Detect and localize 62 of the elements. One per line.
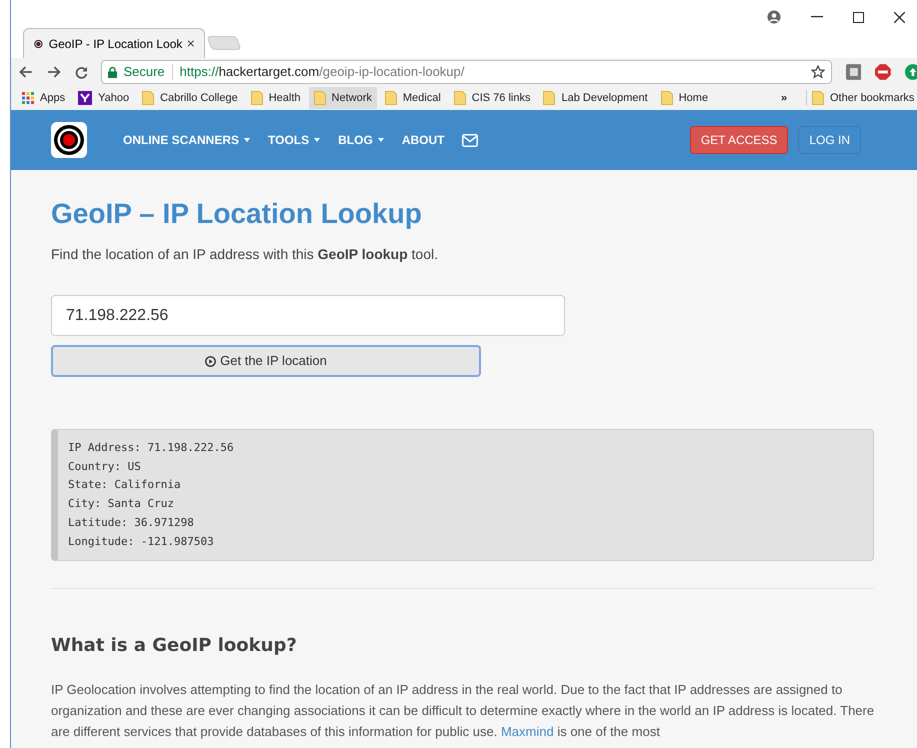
browser-tab[interactable]: GeoIP - IP Location Look	[23, 28, 205, 58]
y-logo-icon	[78, 91, 92, 105]
folder-icon	[142, 91, 154, 105]
address-bar[interactable]: Secure https://hackertarget.com/geoip-ip-location-lookup/	[101, 60, 832, 84]
bookmark-item[interactable]: CIS 76 links	[448, 87, 536, 109]
other-bookmarks-item[interactable]: Other bookmarks	[806, 90, 914, 106]
result-line: State: California	[68, 477, 182, 494]
folder-icon	[812, 91, 824, 105]
folder-icon	[314, 91, 326, 105]
folder-icon	[250, 91, 263, 105]
close-tab-icon[interactable]	[188, 39, 194, 48]
bookmark-item[interactable]: Home	[656, 87, 714, 109]
bookmark-item[interactable]: Lab Development	[538, 87, 653, 109]
close-icon[interactable]	[894, 12, 905, 22]
log-in-button[interactable]: LOG IN	[798, 126, 861, 154]
target-logo[interactable]	[51, 122, 87, 158]
result-line: Latitude: 36.971298	[68, 514, 195, 531]
result-line: City: Santa Cruz	[68, 496, 175, 512]
caret-icon	[314, 138, 320, 142]
back-icon[interactable]	[19, 66, 33, 78]
nav-link[interactable]: ABOUT	[402, 131, 444, 149]
caret-icon	[378, 138, 384, 142]
result-line: Country: US	[68, 458, 142, 475]
star-icon[interactable]	[810, 65, 825, 79]
result-line: Longitude: -121.987503	[68, 534, 215, 550]
nav-link[interactable]: ONLINE SCANNERS	[123, 131, 250, 149]
url-text: https://hackertarget.com/geoip-ip-location-lookup/	[180, 63, 464, 82]
maximize-icon[interactable]	[853, 12, 864, 22]
caret-icon	[244, 138, 250, 142]
get-access-button[interactable]: GET ACCESS	[690, 126, 788, 154]
minimize-icon[interactable]	[811, 16, 823, 18]
intro-text: Find the location of an IP address with this GeoIP lookup tool.	[51, 245, 440, 264]
bookmark-item[interactable]: Apps	[17, 87, 70, 109]
secure-label: Secure	[123, 63, 165, 82]
envelope-icon[interactable]	[462, 134, 478, 146]
stop-sign-icon[interactable]	[875, 64, 892, 80]
result-line: IP Address: 71.198.222.56	[68, 440, 235, 456]
bookmark-item[interactable]: Yahoo	[73, 87, 134, 109]
folder-icon	[454, 91, 466, 105]
play-circle-icon	[205, 356, 216, 366]
body-paragraph: IP Geolocation involves attempting to find the location of an IP address in the real world. Due to the fact that IP addresses are assigned to organization and these are ever changing associations it can be difficult to determine exactly where in the world an IP address is located. There are different services that provide databases of this information for public use. Maxmind is one of the most	[51, 681, 876, 742]
bookmark-item[interactable]: Network	[308, 87, 377, 109]
bookmark-item[interactable]: Medical	[380, 87, 446, 109]
nav-link[interactable]: TOOLS	[268, 131, 320, 149]
nav-link[interactable]: BLOG	[338, 131, 384, 149]
get-location-button[interactable]: Get the IP location	[51, 345, 481, 377]
folder-icon	[384, 91, 397, 105]
profile-icon[interactable]	[767, 10, 781, 24]
bookmark-item[interactable]: Health	[246, 87, 306, 109]
lock-icon	[108, 66, 118, 78]
folder-icon	[660, 91, 673, 105]
page-heading: GeoIP – IP Location Lookup	[51, 197, 423, 231]
upload-icon[interactable]	[905, 64, 917, 80]
extension-icon[interactable]	[846, 64, 862, 80]
section-heading: What is a GeoIP lookup?	[51, 634, 298, 658]
folder-icon	[543, 91, 556, 105]
reload-icon[interactable]	[74, 66, 88, 78]
more-bookmarks-button[interactable]: »	[781, 90, 788, 106]
apps-grid-icon	[22, 92, 34, 104]
bookmark-item[interactable]: Cabrillo College	[137, 87, 243, 109]
ip-input-field[interactable]: 71.198.222.56	[51, 295, 565, 336]
forward-icon[interactable]	[46, 66, 61, 78]
